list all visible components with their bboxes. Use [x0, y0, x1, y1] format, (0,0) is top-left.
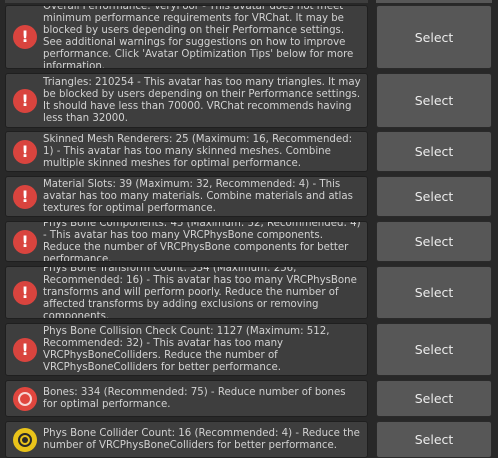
warning-panel: Phys Bone Collider Count: 16 (Recommende…	[5, 421, 368, 458]
exclamation-icon: !	[13, 280, 37, 305]
warning-row-bones: Bones: 334 (Recommended: 75) - Reduce nu…	[0, 380, 498, 417]
warning-row-triangles: ! Triangles: 210254 - This avatar has to…	[0, 73, 498, 128]
select-button[interactable]: Select	[376, 323, 492, 376]
warning-message: Overall Performance: VeryPoor - This ava…	[43, 5, 354, 69]
warning-message: Phys Bone Transform Count: 334 (Maximum:…	[43, 266, 357, 319]
warning-row-phys-bone-transform-count: ! Phys Bone Transform Count: 334 (Maximu…	[0, 266, 498, 319]
warning-message: Phys Bone Collider Count: 16 (Recommende…	[43, 427, 360, 451]
select-button[interactable]: Select	[376, 421, 492, 458]
warning-panel: ! Overall Performance: VeryPoor - This a…	[5, 5, 368, 69]
select-button[interactable]: Select	[376, 73, 492, 128]
warning-message: Phys Bone Collision Check Count: 1127 (M…	[43, 325, 330, 373]
warning-row-phys-bone-collision-check-count: ! Phys Bone Collision Check Count: 1127 …	[0, 323, 498, 376]
select-button[interactable]: Select	[376, 5, 492, 69]
warning-message: Material Slots: 39 (Maximum: 32, Recomme…	[43, 178, 353, 214]
warning-row-material-slots: ! Material Slots: 39 (Maximum: 32, Recom…	[0, 176, 498, 217]
warning-panel: ! Triangles: 210254 - This avatar has to…	[5, 73, 368, 128]
warning-panel: ! Material Slots: 39 (Maximum: 32, Recom…	[5, 176, 368, 217]
select-button[interactable]: Select	[376, 176, 492, 217]
exclamation-icon: !	[13, 184, 37, 209]
yellow-circle-icon	[13, 427, 37, 452]
warning-row-skinned-mesh-renderers: ! Skinned Mesh Renderers: 25 (Maximum: 1…	[0, 131, 498, 172]
warning-message: Bones: 334 (Recommended: 75) - Reduce nu…	[43, 386, 346, 410]
warning-row-phys-bone-components: ! Phys Bone Components: 45 (Maximum: 32,…	[0, 221, 498, 262]
warning-message: Phys Bone Components: 45 (Maximum: 32, R…	[43, 221, 361, 262]
warning-panel: ! Phys Bone Components: 45 (Maximum: 32,…	[5, 221, 368, 262]
warning-row-overall-performance: ! Overall Performance: VeryPoor - This a…	[0, 5, 498, 69]
select-button[interactable]: Select	[376, 380, 492, 417]
warning-panel: ! Skinned Mesh Renderers: 25 (Maximum: 1…	[5, 131, 368, 172]
warning-panel: ! Phys Bone Collision Check Count: 1127 …	[5, 323, 368, 376]
select-button[interactable]: Select	[376, 131, 492, 172]
warning-row-phys-bone-collider-count: Phys Bone Collider Count: 16 (Recommende…	[0, 421, 498, 458]
exclamation-icon: !	[13, 229, 37, 254]
select-button[interactable]: Select	[376, 266, 492, 319]
select-button[interactable]: Select	[376, 221, 492, 262]
previous-button-edge	[376, 0, 492, 3]
exclamation-icon: !	[13, 139, 37, 164]
exclamation-icon: !	[13, 25, 37, 49]
warning-panel: ! Phys Bone Transform Count: 334 (Maximu…	[5, 266, 368, 319]
exclamation-icon: !	[13, 337, 37, 362]
red-circle-icon	[13, 386, 37, 411]
previous-row-edge	[5, 0, 368, 3]
exclamation-icon: !	[13, 88, 37, 113]
warning-message: Triangles: 210254 - This avatar has too …	[43, 76, 361, 124]
warning-message: Skinned Mesh Renderers: 25 (Maximum: 16,…	[43, 133, 353, 169]
warning-panel: Bones: 334 (Recommended: 75) - Reduce nu…	[5, 380, 368, 417]
